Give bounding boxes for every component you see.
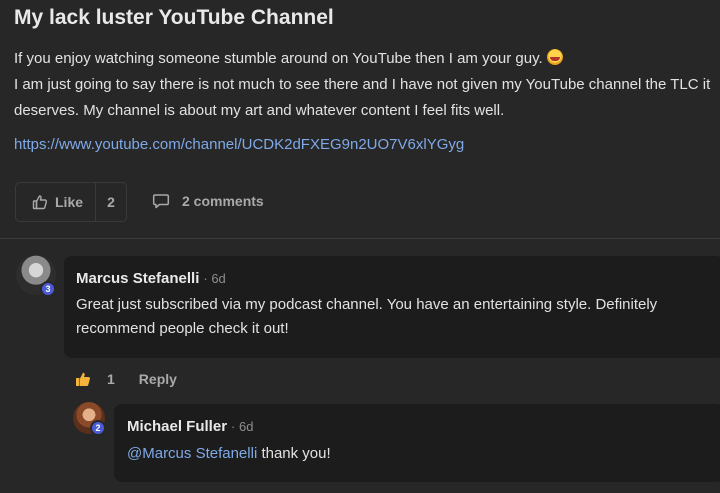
laughing-face-icon bbox=[546, 49, 563, 65]
reply-author-name[interactable]: Michael Fuller bbox=[127, 418, 227, 435]
comment-like-count: 1 bbox=[107, 371, 115, 387]
post-body: If you enjoy watching someone stumble ar… bbox=[14, 46, 714, 124]
comment-author-name[interactable]: Marcus Stefanelli bbox=[76, 270, 199, 287]
post-page: My lack luster YouTube Channel If you en… bbox=[0, 0, 720, 493]
comment-bubble: Marcus Stefanelli · 6d Great just subscri… bbox=[64, 256, 720, 358]
level-badge: 3 bbox=[40, 281, 56, 297]
reply-author-line: Michael Fuller · 6d bbox=[127, 418, 253, 436]
reply-text-body: thank you! bbox=[257, 445, 331, 462]
comment-timestamp: · 6d bbox=[203, 271, 226, 286]
post-title: My lack luster YouTube Channel bbox=[14, 6, 334, 29]
post-body-text-1: If you enjoy watching someone stumble ar… bbox=[14, 50, 543, 67]
reply-button[interactable]: Reply bbox=[139, 371, 177, 387]
like-label: Like bbox=[55, 194, 84, 210]
thumbs-up-icon bbox=[32, 195, 48, 210]
comment-author-line: Marcus Stefanelli · 6d bbox=[76, 270, 226, 288]
comment-text: Great just subscribed via my podcast cha… bbox=[76, 296, 658, 337]
thumbs-up-filled-icon[interactable] bbox=[75, 371, 91, 387]
divider bbox=[0, 238, 720, 239]
post-body-line-2: I am just going to say there is not much… bbox=[14, 76, 711, 119]
reply-bubble: Michael Fuller · 6d @Marcus Stefanelli th… bbox=[114, 404, 720, 482]
reply-timestamp: · 6d bbox=[231, 419, 254, 434]
post-body-line-1: If you enjoy watching someone stumble ar… bbox=[14, 46, 714, 72]
youtube-channel-link[interactable]: https://www.youtube.com/channel/UCDK2dFX… bbox=[14, 136, 464, 153]
level-badge: 2 bbox=[90, 420, 106, 436]
comments-count-label: 2 comments bbox=[182, 193, 264, 209]
user-mention-link[interactable]: @Marcus Stefanelli bbox=[127, 445, 257, 462]
like-count: 2 bbox=[107, 194, 115, 210]
comment-bubble-icon bbox=[152, 194, 170, 209]
comment-actions: 1 Reply bbox=[75, 368, 177, 390]
like-button[interactable]: Like bbox=[16, 183, 97, 221]
comments-button[interactable]: 2 comments bbox=[152, 192, 264, 210]
reply-text: @Marcus Stefanelli thank you! bbox=[127, 442, 717, 466]
like-box: Like 2 bbox=[15, 182, 127, 222]
